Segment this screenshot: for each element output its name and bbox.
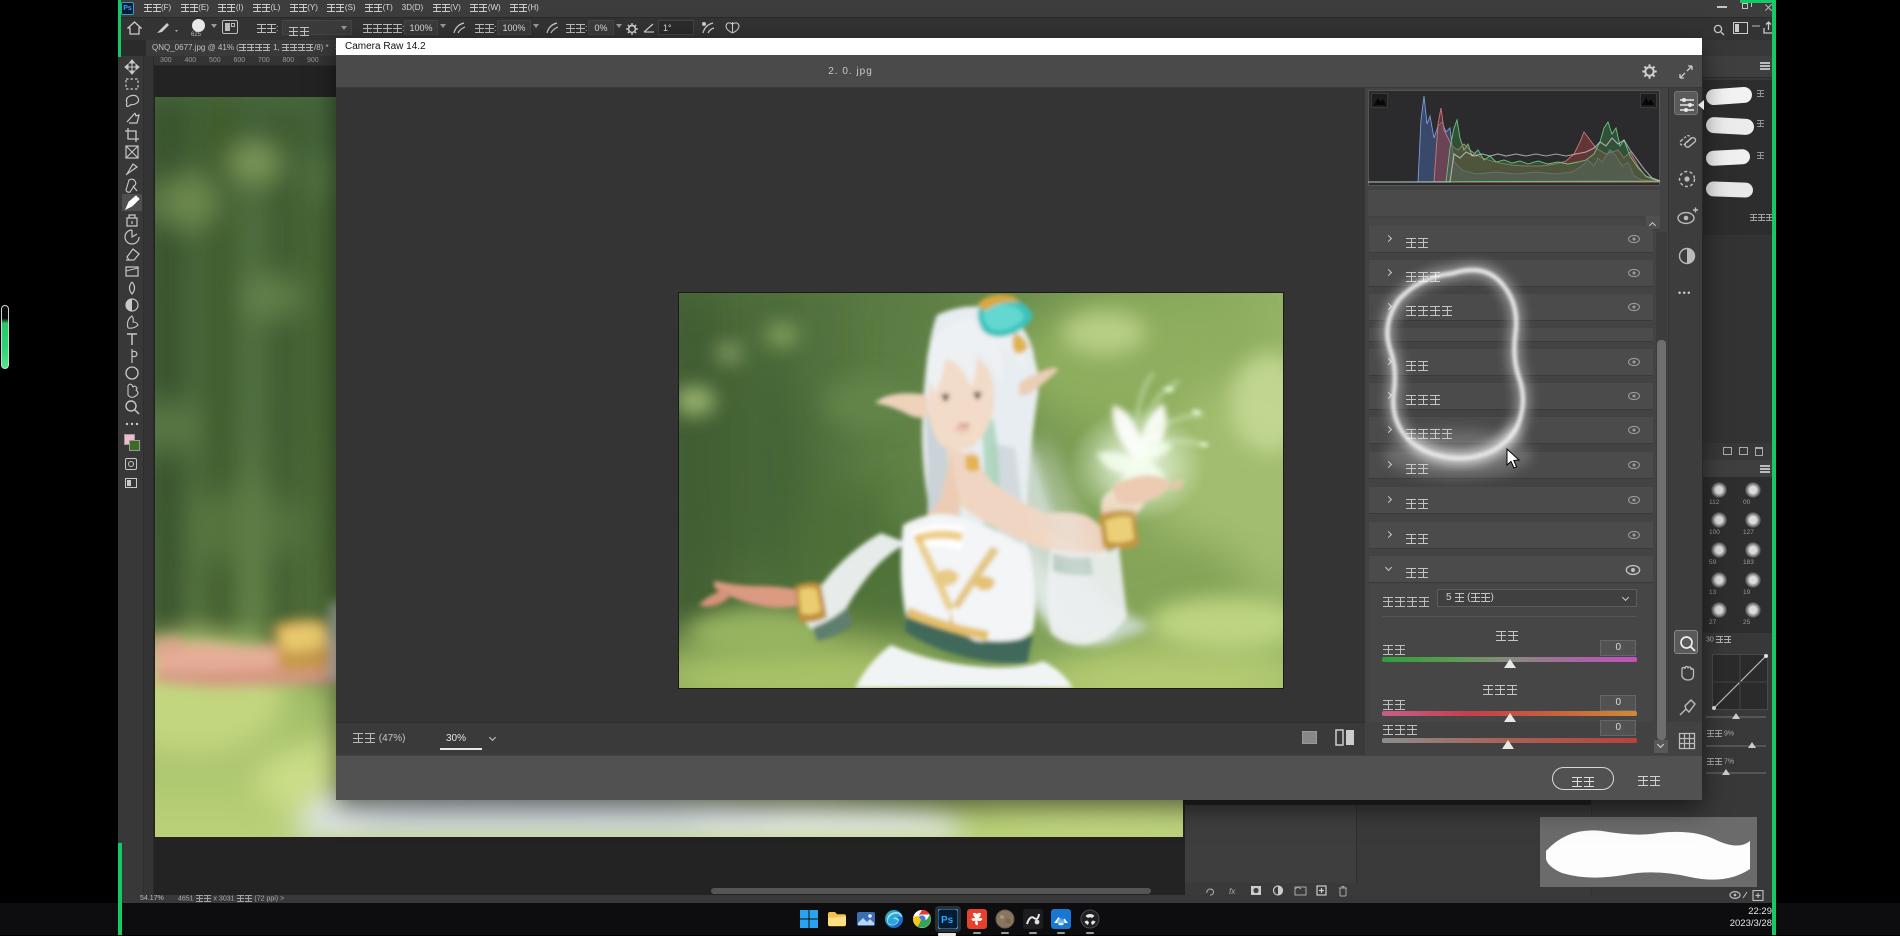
svg-text:fx: fx — [1229, 887, 1236, 896]
svg-text:Ps: Ps — [941, 915, 954, 926]
